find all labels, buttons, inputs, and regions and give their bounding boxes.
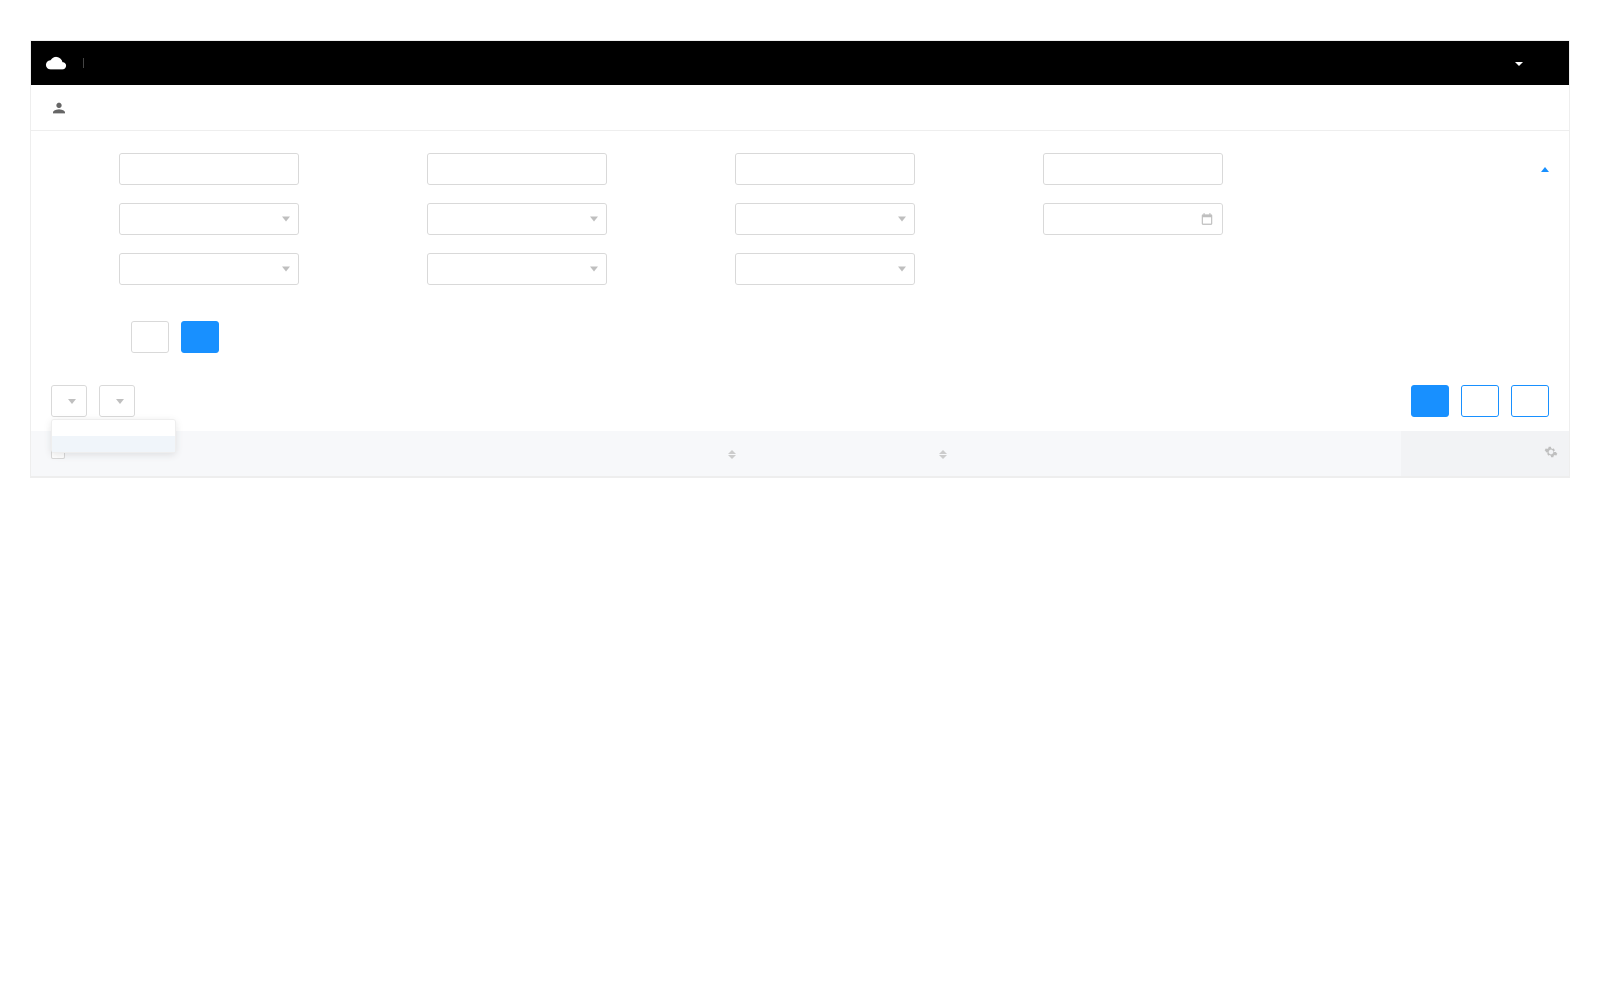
col-action: [1401, 431, 1533, 477]
collapse-toggle[interactable]: [1537, 167, 1549, 172]
agency-select[interactable]: [735, 203, 915, 235]
caret-down-icon: [1515, 62, 1523, 66]
batch-ops-dropdown[interactable]: [99, 385, 135, 417]
col-idno: [449, 431, 581, 477]
sort-icon: [939, 450, 947, 459]
export-button[interactable]: [1511, 385, 1549, 417]
table-toolbar: [31, 363, 1569, 431]
brand-subtitle: [83, 58, 90, 68]
import-button[interactable]: [1461, 385, 1499, 417]
chevron-down-icon: [898, 267, 906, 272]
chevron-down-icon: [590, 267, 598, 272]
student-table: [31, 431, 1569, 477]
filter-form: [31, 131, 1569, 363]
chevron-down-icon: [116, 399, 124, 404]
brand: [31, 41, 104, 85]
batch-disable-item[interactable]: [52, 420, 175, 436]
source-select[interactable]: [119, 253, 299, 285]
user-menu[interactable]: [1511, 56, 1523, 71]
chevron-down-icon: [282, 267, 290, 272]
chevron-up-icon: [1541, 167, 1549, 172]
col-reg: [317, 431, 449, 477]
batch-toggle-menu: [51, 419, 176, 453]
col-source: [1137, 431, 1269, 477]
reset-button[interactable]: [131, 321, 169, 353]
gear-icon[interactable]: [1544, 445, 1558, 459]
chevron-down-icon: [898, 217, 906, 222]
idno-input[interactable]: [1043, 153, 1223, 185]
col-branch-agency: [581, 431, 713, 477]
region-select[interactable]: [735, 253, 915, 285]
calendar-icon: [1200, 212, 1214, 226]
reg-status-select[interactable]: [119, 203, 299, 235]
sort-icon: [728, 450, 736, 459]
col-user: [185, 431, 317, 477]
student-icon: [51, 100, 67, 116]
topnav: [31, 41, 1569, 85]
phone-input[interactable]: [119, 153, 299, 185]
username-input[interactable]: [735, 153, 915, 185]
subnav: [31, 85, 1569, 131]
branch-select[interactable]: [427, 203, 607, 235]
created-date-range[interactable]: [1043, 203, 1223, 235]
name-input[interactable]: [427, 153, 607, 185]
chevron-down-icon: [282, 217, 290, 222]
page-title: [39, 100, 219, 116]
col-created[interactable]: [925, 431, 1136, 477]
acct-status-select[interactable]: [427, 253, 607, 285]
add-student-button[interactable]: [1411, 385, 1449, 417]
cloud-logo-icon: [45, 52, 67, 74]
col-last-spend[interactable]: [714, 431, 925, 477]
chevron-down-icon: [68, 399, 76, 404]
search-button[interactable]: [181, 321, 219, 353]
chevron-down-icon: [590, 217, 598, 222]
batch-toggle-dropdown[interactable]: [51, 385, 87, 417]
batch-enable-item[interactable]: [52, 436, 175, 452]
col-acct-status: [1269, 431, 1401, 477]
